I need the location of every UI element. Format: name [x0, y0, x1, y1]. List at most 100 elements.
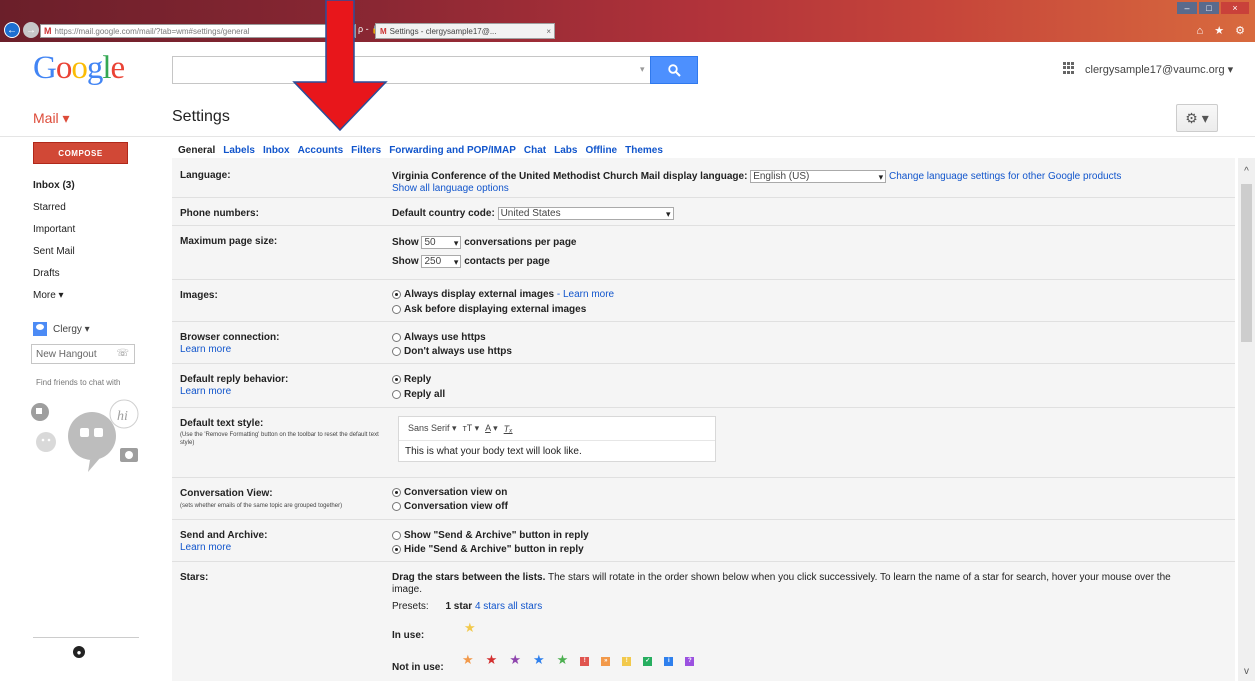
yellow-star-icon[interactable]: ★ [464, 620, 476, 636]
tab-inbox[interactable]: Inbox [263, 145, 290, 156]
maximize-icon[interactable]: □ [1199, 2, 1219, 14]
scroll-up-icon[interactable]: ^ [1238, 166, 1255, 177]
radio-reply[interactable] [392, 374, 401, 384]
tab-offline[interactable]: Offline [585, 145, 617, 156]
tab-forwarding[interactable]: Forwarding and POP/IMAP [389, 145, 516, 156]
back-arrow-icon[interactable]: ← [4, 22, 20, 38]
nav-item-drafts[interactable]: Drafts [33, 268, 60, 279]
country-code-select[interactable]: United States ▾ [497, 207, 674, 220]
tab-close-icon[interactable]: × [546, 27, 551, 36]
browser-chrome: ← → Mhttps://mail.google.com/mail/?tab=w… [0, 0, 1255, 42]
google-logo[interactable]: Google [33, 50, 125, 87]
search-button[interactable] [650, 56, 698, 84]
browser-conn-opt1-text: Always use https [404, 332, 486, 343]
browser-conn-learn-more[interactable]: Learn more [180, 344, 231, 355]
conversation-opt1[interactable]: Conversation view on [392, 487, 507, 498]
scroll-down-icon[interactable]: v [1238, 666, 1255, 677]
new-hangout-input[interactable]: New Hangout ☏ [31, 344, 135, 364]
compose-button[interactable]: COMPOSE [33, 142, 128, 164]
presets-label: Presets: [392, 601, 429, 612]
radio-show-send-archive[interactable] [392, 530, 401, 540]
text-style-sample[interactable]: This is what your body text will look li… [399, 441, 715, 462]
scroll-thumb[interactable] [1241, 184, 1252, 342]
font-family-dropdown[interactable]: Sans Serif ▾ [408, 423, 457, 434]
star-icon[interactable]: ★ [557, 652, 569, 668]
font-size-dropdown[interactable]: ᴛT ▾ [463, 423, 480, 434]
images-learn-more-link[interactable]: - Learn more [557, 289, 614, 300]
reply-opt1[interactable]: Reply [392, 374, 431, 385]
scrollbar[interactable]: ^ v [1238, 158, 1255, 681]
contacts-page-size-select[interactable]: 250 ▾ [421, 255, 462, 268]
preset-4-stars[interactable]: 4 stars [475, 601, 505, 612]
images-label: Images: [180, 290, 218, 301]
star-icon[interactable]: ★ [509, 652, 521, 668]
tab-general[interactable]: General [178, 145, 215, 156]
forward-arrow-icon[interactable]: → [23, 22, 39, 38]
star-icon[interactable]: ★ [533, 652, 545, 668]
tab-filters[interactable]: Filters [351, 145, 381, 156]
browser-toolbar-icons[interactable]: ⌂ ★ ⚙ [1197, 24, 1249, 37]
hangouts-status-icon[interactable]: ● [73, 646, 85, 658]
tab-chat[interactable]: Chat [524, 145, 546, 156]
radio-conversation-off[interactable] [392, 501, 401, 511]
close-icon[interactable]: × [1221, 2, 1249, 14]
square-label-icon[interactable]: » [601, 656, 611, 666]
language-select[interactable]: English (US) ▾ [750, 170, 887, 183]
mail-switcher[interactable]: Mail ▾ [33, 110, 70, 127]
conversation-opt2[interactable]: Conversation view off [392, 501, 508, 512]
radio-always-display[interactable] [392, 289, 401, 299]
minimize-icon[interactable]: – [1177, 2, 1197, 14]
browser-conn-opt2[interactable]: Don't always use https [392, 346, 512, 357]
hangout-user[interactable]: Clergy ▾ [33, 322, 90, 336]
radio-ask-before[interactable] [392, 304, 401, 314]
square-label-icon[interactable]: ✓ [643, 656, 653, 666]
square-label-icon[interactable]: ? [685, 656, 695, 666]
square-label-icon[interactable]: i [664, 656, 674, 666]
radio-conversation-on[interactable] [392, 487, 401, 497]
browser-tab[interactable]: M Settings - clergysample17@... × [375, 23, 555, 39]
send-archive-opt1[interactable]: Show "Send & Archive" button in reply [392, 530, 589, 541]
tab-accounts[interactable]: Accounts [298, 145, 344, 156]
reply-opt2[interactable]: Reply all [392, 389, 445, 400]
images-opt2[interactable]: Ask before displaying external images [392, 304, 586, 315]
radio-dont-always-https[interactable] [392, 346, 401, 356]
search-input[interactable] [172, 56, 650, 84]
reply-learn-more[interactable]: Learn more [180, 386, 231, 397]
nav-item-more[interactable]: More ▾ [33, 290, 64, 301]
send-archive-opt2[interactable]: Hide "Send & Archive" button in reply [392, 544, 584, 555]
square-label-icon[interactable]: ! [622, 656, 632, 666]
images-opt1[interactable]: Always display external images - Learn m… [392, 289, 614, 300]
account-menu[interactable]: clergysample17@vaumc.org ▾ [1085, 63, 1233, 76]
nav-item-sent[interactable]: Sent Mail [33, 246, 75, 257]
square-label-icon[interactable]: ! [580, 656, 590, 666]
page-size-label: Maximum page size: [180, 236, 278, 247]
browser-conn-opt1[interactable]: Always use https [392, 332, 486, 343]
show-all-languages-link[interactable]: Show all language options [392, 183, 509, 194]
tab-labs[interactable]: Labs [554, 145, 577, 156]
settings-gear-button[interactable]: ⚙ ▾ [1176, 104, 1218, 132]
star-icon[interactable]: ★ [462, 652, 474, 668]
setting-text-style: Default text style: (Use the 'Remove For… [172, 408, 1235, 478]
radio-hide-send-archive[interactable] [392, 544, 401, 554]
nav-item-inbox[interactable]: Inbox (3) [33, 180, 75, 191]
preset-all-stars[interactable]: all stars [508, 601, 542, 612]
search-options-icon[interactable]: ▾ [640, 64, 645, 75]
tab-labels[interactable]: Labels [223, 145, 255, 156]
conv-page-size-select[interactable]: 50 ▾ [421, 236, 462, 249]
phone-prefix: Default country code: [392, 208, 495, 220]
browser-conn-opt2-text: Don't always use https [404, 346, 512, 357]
change-language-link[interactable]: Change language settings for other Googl… [889, 171, 1121, 182]
tab-themes[interactable]: Themes [625, 145, 663, 156]
nav-item-starred[interactable]: Starred [33, 202, 66, 213]
text-color-dropdown[interactable]: A ▾ [485, 423, 498, 434]
remove-formatting-icon[interactable]: Tₓ [504, 424, 513, 434]
radio-reply-all[interactable] [392, 389, 401, 399]
phone-icon[interactable]: ☏ [116, 348, 129, 359]
radio-always-https[interactable] [392, 332, 401, 342]
star-icon[interactable]: ★ [486, 652, 498, 668]
contacts-suffix: contacts per page [464, 256, 550, 268]
preset-1-star[interactable]: 1 star [445, 601, 472, 612]
apps-grid-icon[interactable] [1063, 62, 1075, 74]
nav-item-important[interactable]: Important [33, 224, 75, 235]
send-archive-learn-more[interactable]: Learn more [180, 542, 231, 553]
